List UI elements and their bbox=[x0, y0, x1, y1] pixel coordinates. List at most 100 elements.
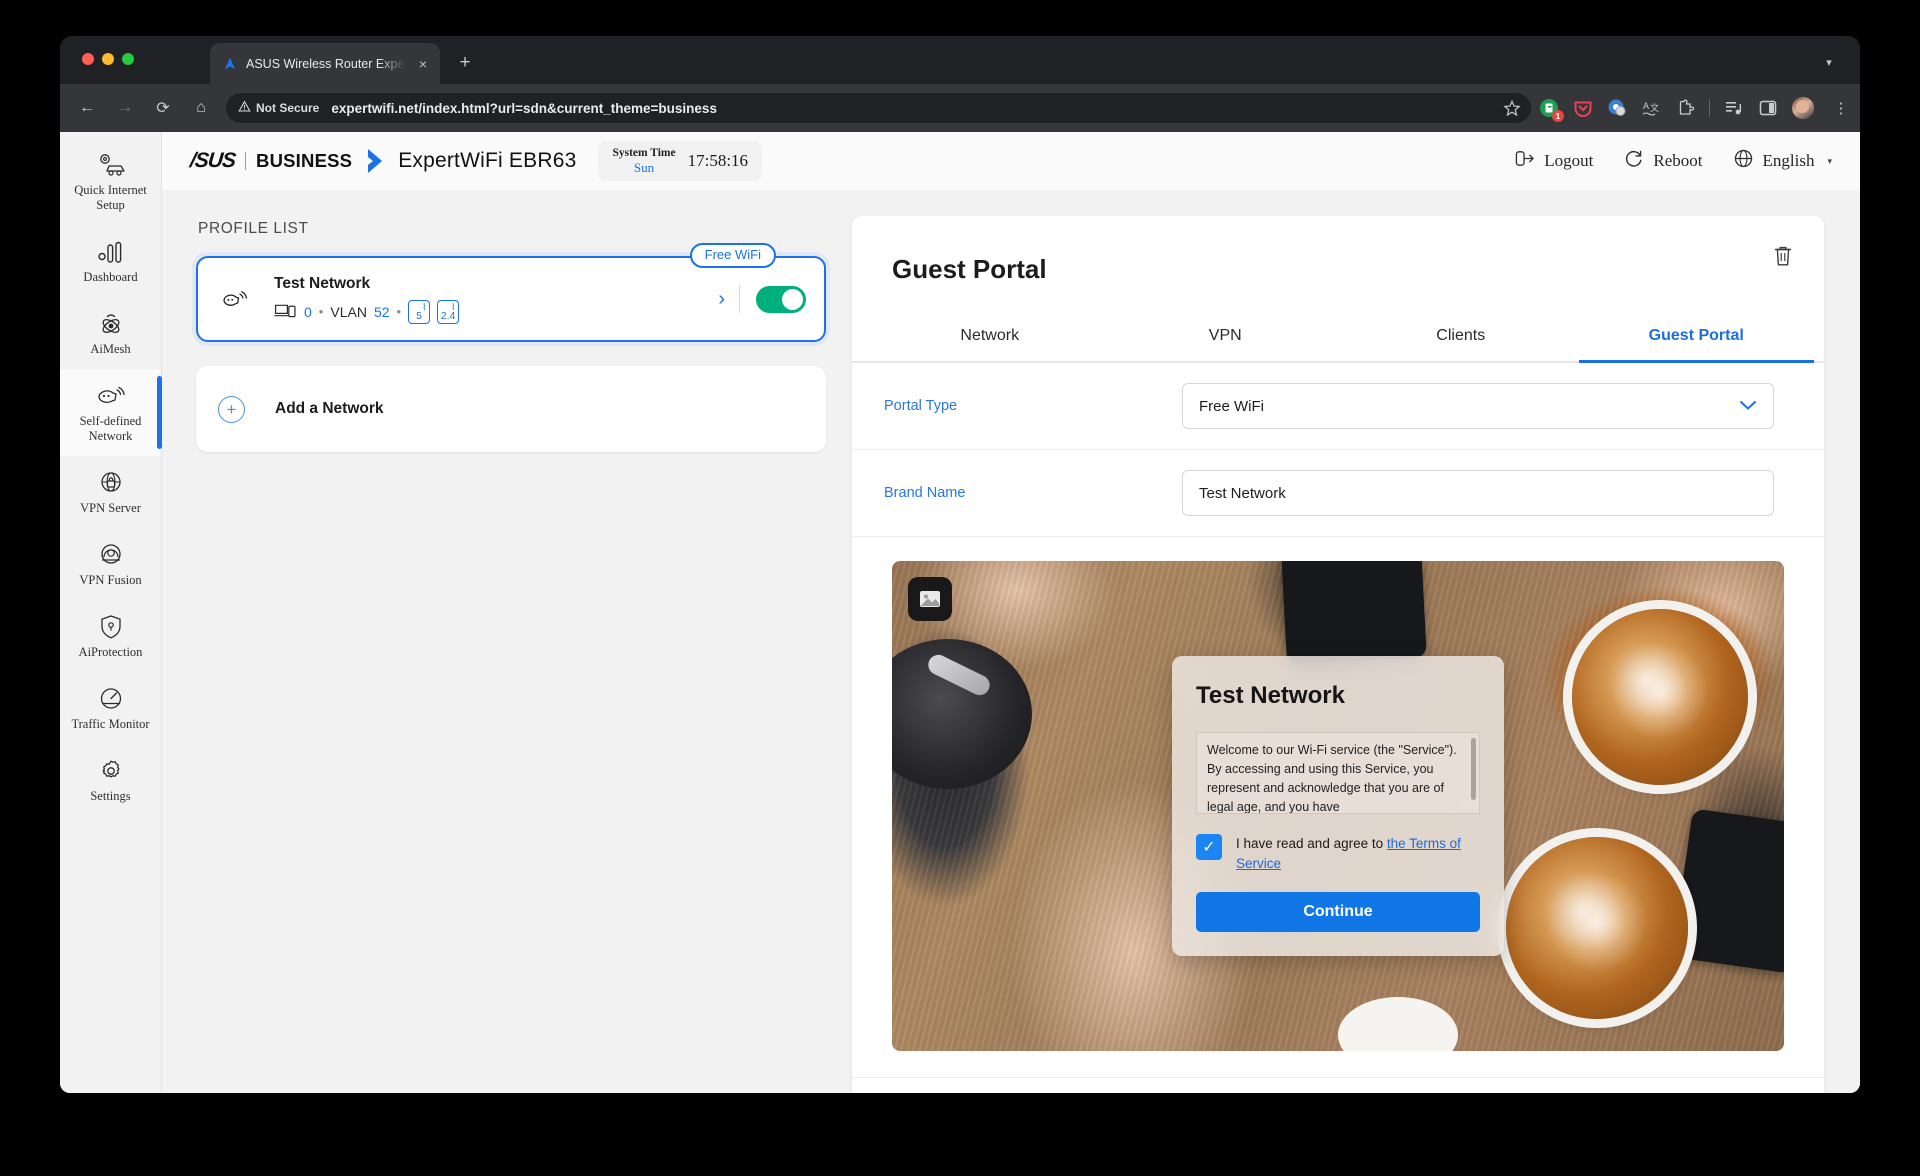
tab-guest-portal[interactable]: Guest Portal bbox=[1578, 317, 1815, 363]
gear-icon bbox=[64, 757, 157, 785]
latte-cup-object bbox=[1506, 837, 1688, 1019]
address-bar[interactable]: Not Secure expertwifi.net/index.html?url… bbox=[226, 93, 1531, 123]
browser-tab-title: ASUS Wireless Router Expert bbox=[246, 56, 406, 71]
terms-text-box[interactable]: Welcome to our Wi-Fi service (the "Servi… bbox=[1196, 732, 1480, 814]
window-traffic-lights bbox=[82, 53, 134, 65]
terms-text: Welcome to our Wi-Fi service (the "Servi… bbox=[1207, 743, 1457, 814]
sidebar-item-self-defined-network[interactable]: Self-defined Network bbox=[60, 369, 162, 456]
consent-checkbox[interactable]: ✓ bbox=[1196, 834, 1222, 860]
tab-clients[interactable]: Clients bbox=[1343, 317, 1579, 361]
sidebar-item-vpn-fusion[interactable]: VPN Fusion bbox=[60, 528, 161, 600]
app-header: /SUS BUSINESS ExpertWiFi EBR63 System Ti… bbox=[162, 132, 1860, 190]
vlan-label: VLAN bbox=[330, 303, 367, 320]
dashboard-icon bbox=[64, 238, 157, 266]
pocket-extension-icon[interactable] bbox=[1573, 98, 1593, 118]
reading-list-icon[interactable] bbox=[1724, 98, 1744, 118]
asus-logo-icon bbox=[222, 56, 238, 72]
sidebar-item-vpn-server[interactable]: VPN Server bbox=[60, 456, 161, 528]
minimize-window-button[interactable] bbox=[102, 53, 114, 65]
globe-icon bbox=[1733, 148, 1754, 174]
business-wordmark: BUSINESS bbox=[256, 150, 353, 171]
portal-type-chip: Free WiFi bbox=[689, 243, 776, 269]
address-bar-url: expertwifi.net/index.html?url=sdn&curren… bbox=[331, 100, 717, 116]
phone-object bbox=[1672, 808, 1784, 974]
wifi-wave-icon: ⌇ bbox=[422, 301, 427, 312]
tab-vpn[interactable]: VPN bbox=[1108, 317, 1344, 361]
close-window-button[interactable] bbox=[82, 53, 94, 65]
meta-separator: • bbox=[396, 304, 402, 319]
add-network-card[interactable]: + Add a Network bbox=[196, 366, 826, 452]
logout-icon bbox=[1514, 149, 1535, 173]
shield-icon bbox=[64, 613, 157, 641]
profile-avatar[interactable] bbox=[1792, 97, 1814, 119]
close-tab-button[interactable]: × bbox=[414, 55, 432, 73]
meta-separator: • bbox=[318, 304, 324, 319]
reboot-button[interactable]: Reboot bbox=[1623, 148, 1703, 174]
logout-button[interactable]: Logout bbox=[1514, 149, 1593, 173]
trash-icon[interactable] bbox=[1772, 244, 1794, 268]
language-selector[interactable]: English ▾ bbox=[1733, 148, 1832, 174]
network-profile-card[interactable]: Free WiFi Test Network 0 • VLAN 52 • ⌇ 5… bbox=[196, 243, 826, 342]
consent-row: ✓ I have read and agree to the Terms of … bbox=[1196, 834, 1480, 874]
consent-prefix: I have read and agree to bbox=[1236, 836, 1387, 851]
sidebar-item-label: Quick Internet Setup bbox=[74, 183, 147, 212]
sidebar-item-aiprotection[interactable]: AiProtection bbox=[60, 600, 161, 672]
chevron-down-icon: ▾ bbox=[1827, 155, 1832, 166]
side-panel-icon[interactable] bbox=[1758, 98, 1778, 118]
continue-button[interactable]: Continue bbox=[1196, 892, 1480, 932]
add-network-label: Add a Network bbox=[275, 400, 384, 417]
sidebar-item-dashboard[interactable]: Dashboard bbox=[60, 225, 161, 297]
reload-button[interactable]: ⟳ bbox=[148, 93, 178, 123]
extensions-puzzle-icon[interactable] bbox=[1675, 98, 1695, 118]
brand-name-label: Brand Name bbox=[884, 485, 966, 501]
network-profile-text: Test Network 0 • VLAN 52 • ⌇ 5 ⌇ 2.4 bbox=[274, 275, 714, 324]
network-profile-icon bbox=[220, 287, 256, 312]
sidebar-item-label: AiMesh bbox=[90, 342, 131, 356]
brand-name-input[interactable]: Test Network bbox=[1182, 470, 1774, 516]
security-status-chip[interactable]: Not Secure bbox=[238, 100, 331, 116]
profile-list-column: PROFILE LIST Free WiFi Test Network 0 • … bbox=[196, 216, 826, 452]
portal-type-value: Free WiFi bbox=[1199, 397, 1264, 415]
terms-scrollbar[interactable] bbox=[1471, 738, 1476, 800]
browser-tab[interactable]: ASUS Wireless Router Expert × bbox=[210, 43, 440, 84]
portal-type-select[interactable]: Free WiFi bbox=[1182, 383, 1774, 429]
chevron-down-icon bbox=[1739, 399, 1757, 414]
system-time-clock: 17:58:16 bbox=[687, 151, 749, 170]
header-actions: Logout Reboot English ▾ bbox=[1514, 148, 1832, 174]
profile-detail-arrow[interactable]: › bbox=[714, 288, 739, 311]
band-badge-5ghz: ⌇ 5 bbox=[408, 299, 431, 324]
aimesh-icon bbox=[64, 310, 157, 338]
sidebar-item-settings[interactable]: Settings bbox=[60, 744, 161, 816]
sidebar-item-label: Traffic Monitor bbox=[71, 717, 150, 731]
panel-footer-divider bbox=[853, 1077, 1823, 1091]
logout-label: Logout bbox=[1544, 151, 1594, 170]
browser-toolbar: ← → ⟳ ⌂ Not Secure expertwifi.net/index.… bbox=[60, 84, 1860, 132]
image-picker-icon[interactable] bbox=[908, 577, 952, 621]
phone-object bbox=[1281, 561, 1428, 665]
guest-portal-card-preview: Test Network Welcome to our Wi-Fi servic… bbox=[1172, 656, 1504, 956]
brand-name-row: Brand Name Test Network bbox=[852, 450, 1824, 537]
band-badge-label: 5 bbox=[416, 309, 422, 322]
translate-extension-icon[interactable]: A文 bbox=[1641, 98, 1661, 118]
maximize-window-button[interactable] bbox=[122, 53, 134, 65]
back-button[interactable]: ← bbox=[72, 93, 102, 123]
home-button[interactable]: ⌂ bbox=[186, 93, 216, 123]
portal-brand-name: Test Network bbox=[1196, 682, 1345, 709]
portal-type-label: Portal Type bbox=[884, 398, 958, 414]
browser-menu-icon[interactable]: ⋮ bbox=[1828, 99, 1854, 117]
sidebar-item-label: VPN Server bbox=[80, 501, 141, 515]
network-enable-toggle[interactable] bbox=[756, 285, 806, 313]
star-icon[interactable] bbox=[1503, 99, 1521, 117]
tab-network[interactable]: Network bbox=[872, 317, 1108, 361]
forward-button[interactable]: → bbox=[110, 93, 140, 123]
sidebar-item-aimesh[interactable]: AiMesh bbox=[60, 297, 161, 369]
sidebar-item-quick-internet-setup[interactable]: Quick Internet Setup bbox=[60, 138, 161, 225]
tab-search-icon[interactable]: ▾ bbox=[1816, 50, 1842, 76]
privacy-extension-icon[interactable] bbox=[1607, 98, 1627, 118]
password-manager-extension-icon[interactable]: 1 bbox=[1539, 98, 1564, 122]
new-tab-button[interactable]: + bbox=[452, 51, 478, 77]
reboot-icon bbox=[1623, 148, 1644, 174]
client-device-icon bbox=[274, 302, 297, 322]
sidebar-item-traffic-monitor[interactable]: Traffic Monitor bbox=[60, 672, 161, 744]
sidebar-item-label: Settings bbox=[90, 789, 131, 803]
